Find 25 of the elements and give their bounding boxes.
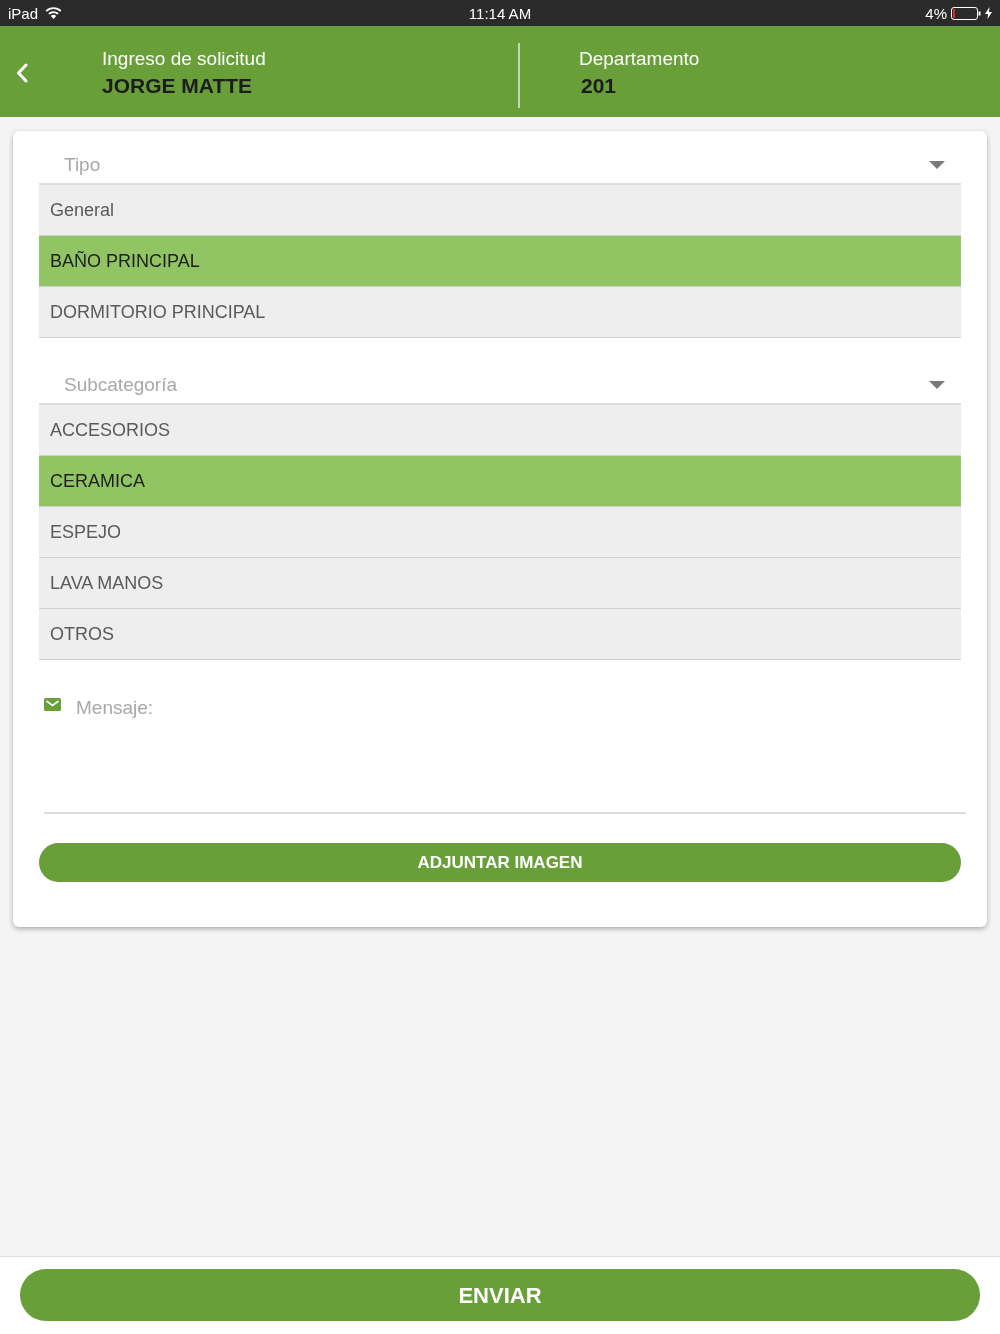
submit-button[interactable]: ENVIAR — [20, 1269, 980, 1321]
battery-icon — [951, 6, 981, 20]
device-name: iPad — [8, 5, 39, 21]
dropdown-option[interactable]: ACCESORIOS — [39, 405, 961, 456]
dropdown-option[interactable]: DORMITORIO PRINCIPAL — [39, 287, 961, 338]
dropdown-option[interactable]: ESPEJO — [39, 507, 961, 558]
attach-image-button[interactable]: ADJUNTAR IMAGEN — [39, 843, 961, 882]
dropdown-option[interactable]: General — [39, 185, 961, 236]
caret-down-icon — [929, 381, 945, 389]
envelope-icon — [44, 698, 61, 711]
charging-bolt-icon — [985, 7, 992, 19]
caret-down-icon — [929, 161, 945, 169]
department-number: 201 — [581, 72, 618, 99]
dropdown-option[interactable]: OTROS — [39, 609, 961, 660]
dropdown-option[interactable]: LAVA MANOS — [39, 558, 961, 609]
resident-name: JORGE MATTE — [102, 72, 254, 99]
battery-percentage: 4% — [925, 5, 947, 21]
dropdown-option[interactable]: CERAMICA — [39, 456, 961, 507]
back-icon[interactable] — [16, 62, 28, 83]
status-time: 11:14 AM — [468, 5, 532, 21]
department-label: Departamento — [579, 46, 700, 71]
dropdown-option[interactable]: BAÑO PRINCIPAL — [39, 236, 961, 287]
message-field[interactable]: Mensaje: — [44, 680, 966, 814]
wifi-icon — [45, 7, 63, 19]
screen-title: Ingreso de solicitud — [102, 46, 266, 71]
